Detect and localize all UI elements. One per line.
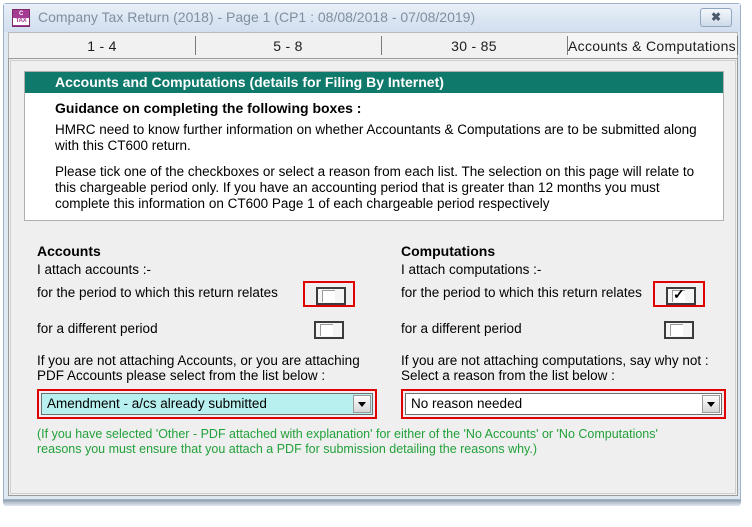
footer-note: (If you have selected 'Other - PDF attac…	[37, 427, 717, 457]
computations-heading: Computations	[401, 243, 496, 259]
computations-checkbox-this-period[interactable]: ✓	[666, 287, 696, 305]
computations-checkbox-different-period[interactable]	[664, 321, 694, 339]
checkbox-inner	[322, 290, 335, 302]
accounts-checkbox-row-1: for the period to which this return rela…	[37, 281, 377, 307]
tab-bar: 1 - 4 5 - 8 30 - 85 Accounts & Computati…	[8, 32, 738, 58]
computations-checkbox-row-2: for a different period	[401, 317, 726, 343]
computations-dropdown-label-line-2: Select a reason from the list below :	[401, 368, 615, 383]
guidance-title: Guidance on completing the following box…	[55, 100, 362, 116]
tab-label: 1 - 4	[87, 37, 117, 54]
computations-checkbox-row-1: for the period to which this return rela…	[401, 281, 726, 307]
checkmark-icon: ✓	[673, 286, 685, 302]
tab-label: Accounts & Computations	[568, 37, 736, 54]
computations-dropdown-label-line-1: If you are not attaching computations, s…	[401, 353, 709, 368]
accounts-reason-dropdown[interactable]: Amendment - a/cs already submitted	[41, 393, 373, 415]
guidance-panel-header: Accounts and Computations (details for F…	[25, 72, 723, 93]
tab-label: 30 - 85	[451, 37, 497, 54]
page-content: Accounts and Computations (details for F…	[10, 60, 736, 494]
guidance-panel: Accounts and Computations (details for F…	[24, 71, 724, 221]
tab-1-4[interactable]: 1 - 4	[9, 33, 195, 58]
tab-30-85[interactable]: 30 - 85	[381, 33, 567, 58]
computations-checkbox-1-highlight: ✓	[653, 281, 705, 307]
tab-label: 5 - 8	[273, 37, 303, 54]
tab-accounts-and-computations[interactable]: Accounts & Computations	[567, 33, 738, 58]
computations-reason-value: No reason needed	[411, 396, 523, 411]
accounts-dropdown-highlight: Amendment - a/cs already submitted	[37, 389, 377, 419]
accounts-checkbox-this-period[interactable]	[316, 287, 346, 305]
company-tax-app-icon: C TAX	[12, 9, 30, 27]
footer-note-line-1: (If you have selected 'Other - PDF attac…	[37, 427, 658, 441]
accounts-dropdown-label: If you are not attaching Accounts, or yo…	[37, 353, 360, 383]
chevron-down-icon[interactable]	[702, 395, 720, 413]
accounts-reason-block: If you are not attaching Accounts, or yo…	[37, 353, 377, 419]
chevron-down-icon[interactable]	[353, 395, 371, 413]
accounts-checkbox-2-label: for a different period	[37, 321, 158, 336]
accounts-section: Accounts I attach accounts :- for the pe…	[37, 243, 377, 347]
accounts-checkbox-1-highlight	[303, 281, 355, 307]
computations-checkbox-2-wrap	[653, 317, 705, 343]
footer-note-line-2: reasons you must ensure that you attach …	[37, 442, 538, 456]
computations-section: Computations I attach computations :- fo…	[401, 243, 726, 347]
window-bottom-edge	[3, 500, 741, 506]
accounts-checkbox-different-period[interactable]	[314, 321, 344, 339]
close-icon[interactable]: ✖	[700, 8, 732, 27]
window-title: Company Tax Return (2018) - Page 1 (CP1 …	[38, 9, 476, 25]
application-window: C TAX Company Tax Return (2018) - Page 1…	[3, 3, 741, 500]
computations-subtitle: I attach computations :-	[401, 262, 542, 277]
accounts-checkbox-2-wrap	[303, 317, 355, 343]
computations-checkbox-1-label: for the period to which this return rela…	[401, 285, 642, 300]
accounts-subtitle: I attach accounts :-	[37, 262, 152, 277]
computations-dropdown-highlight: No reason needed	[401, 389, 726, 419]
tab-5-8[interactable]: 5 - 8	[195, 33, 381, 58]
page-client-area: Accounts and Computations (details for F…	[8, 58, 738, 496]
computations-reason-dropdown[interactable]: No reason needed	[405, 393, 722, 415]
accounts-reason-value: Amendment - a/cs already submitted	[47, 396, 267, 411]
title-bar: C TAX Company Tax Return (2018) - Page 1…	[4, 4, 740, 32]
checkbox-inner	[670, 324, 683, 336]
guidance-panel-body: Guidance on completing the following box…	[25, 93, 723, 220]
app-icon-line-2: TAX	[13, 18, 29, 25]
guidance-paragraph-2: Please tick one of the checkboxes or sel…	[55, 164, 695, 211]
guidance-panel-header-title: Accounts and Computations (details for F…	[55, 74, 444, 90]
accounts-checkbox-1-label: for the period to which this return rela…	[37, 285, 278, 300]
accounts-heading: Accounts	[37, 243, 101, 259]
checkbox-inner	[320, 324, 333, 336]
accounts-checkbox-row-2: for a different period	[37, 317, 377, 343]
guidance-paragraph-1: HMRC need to know further information on…	[55, 122, 697, 153]
computations-reason-block: If you are not attaching computations, s…	[401, 353, 726, 419]
computations-checkbox-2-label: for a different period	[401, 321, 522, 336]
app-icon-line-1: C	[18, 11, 24, 17]
